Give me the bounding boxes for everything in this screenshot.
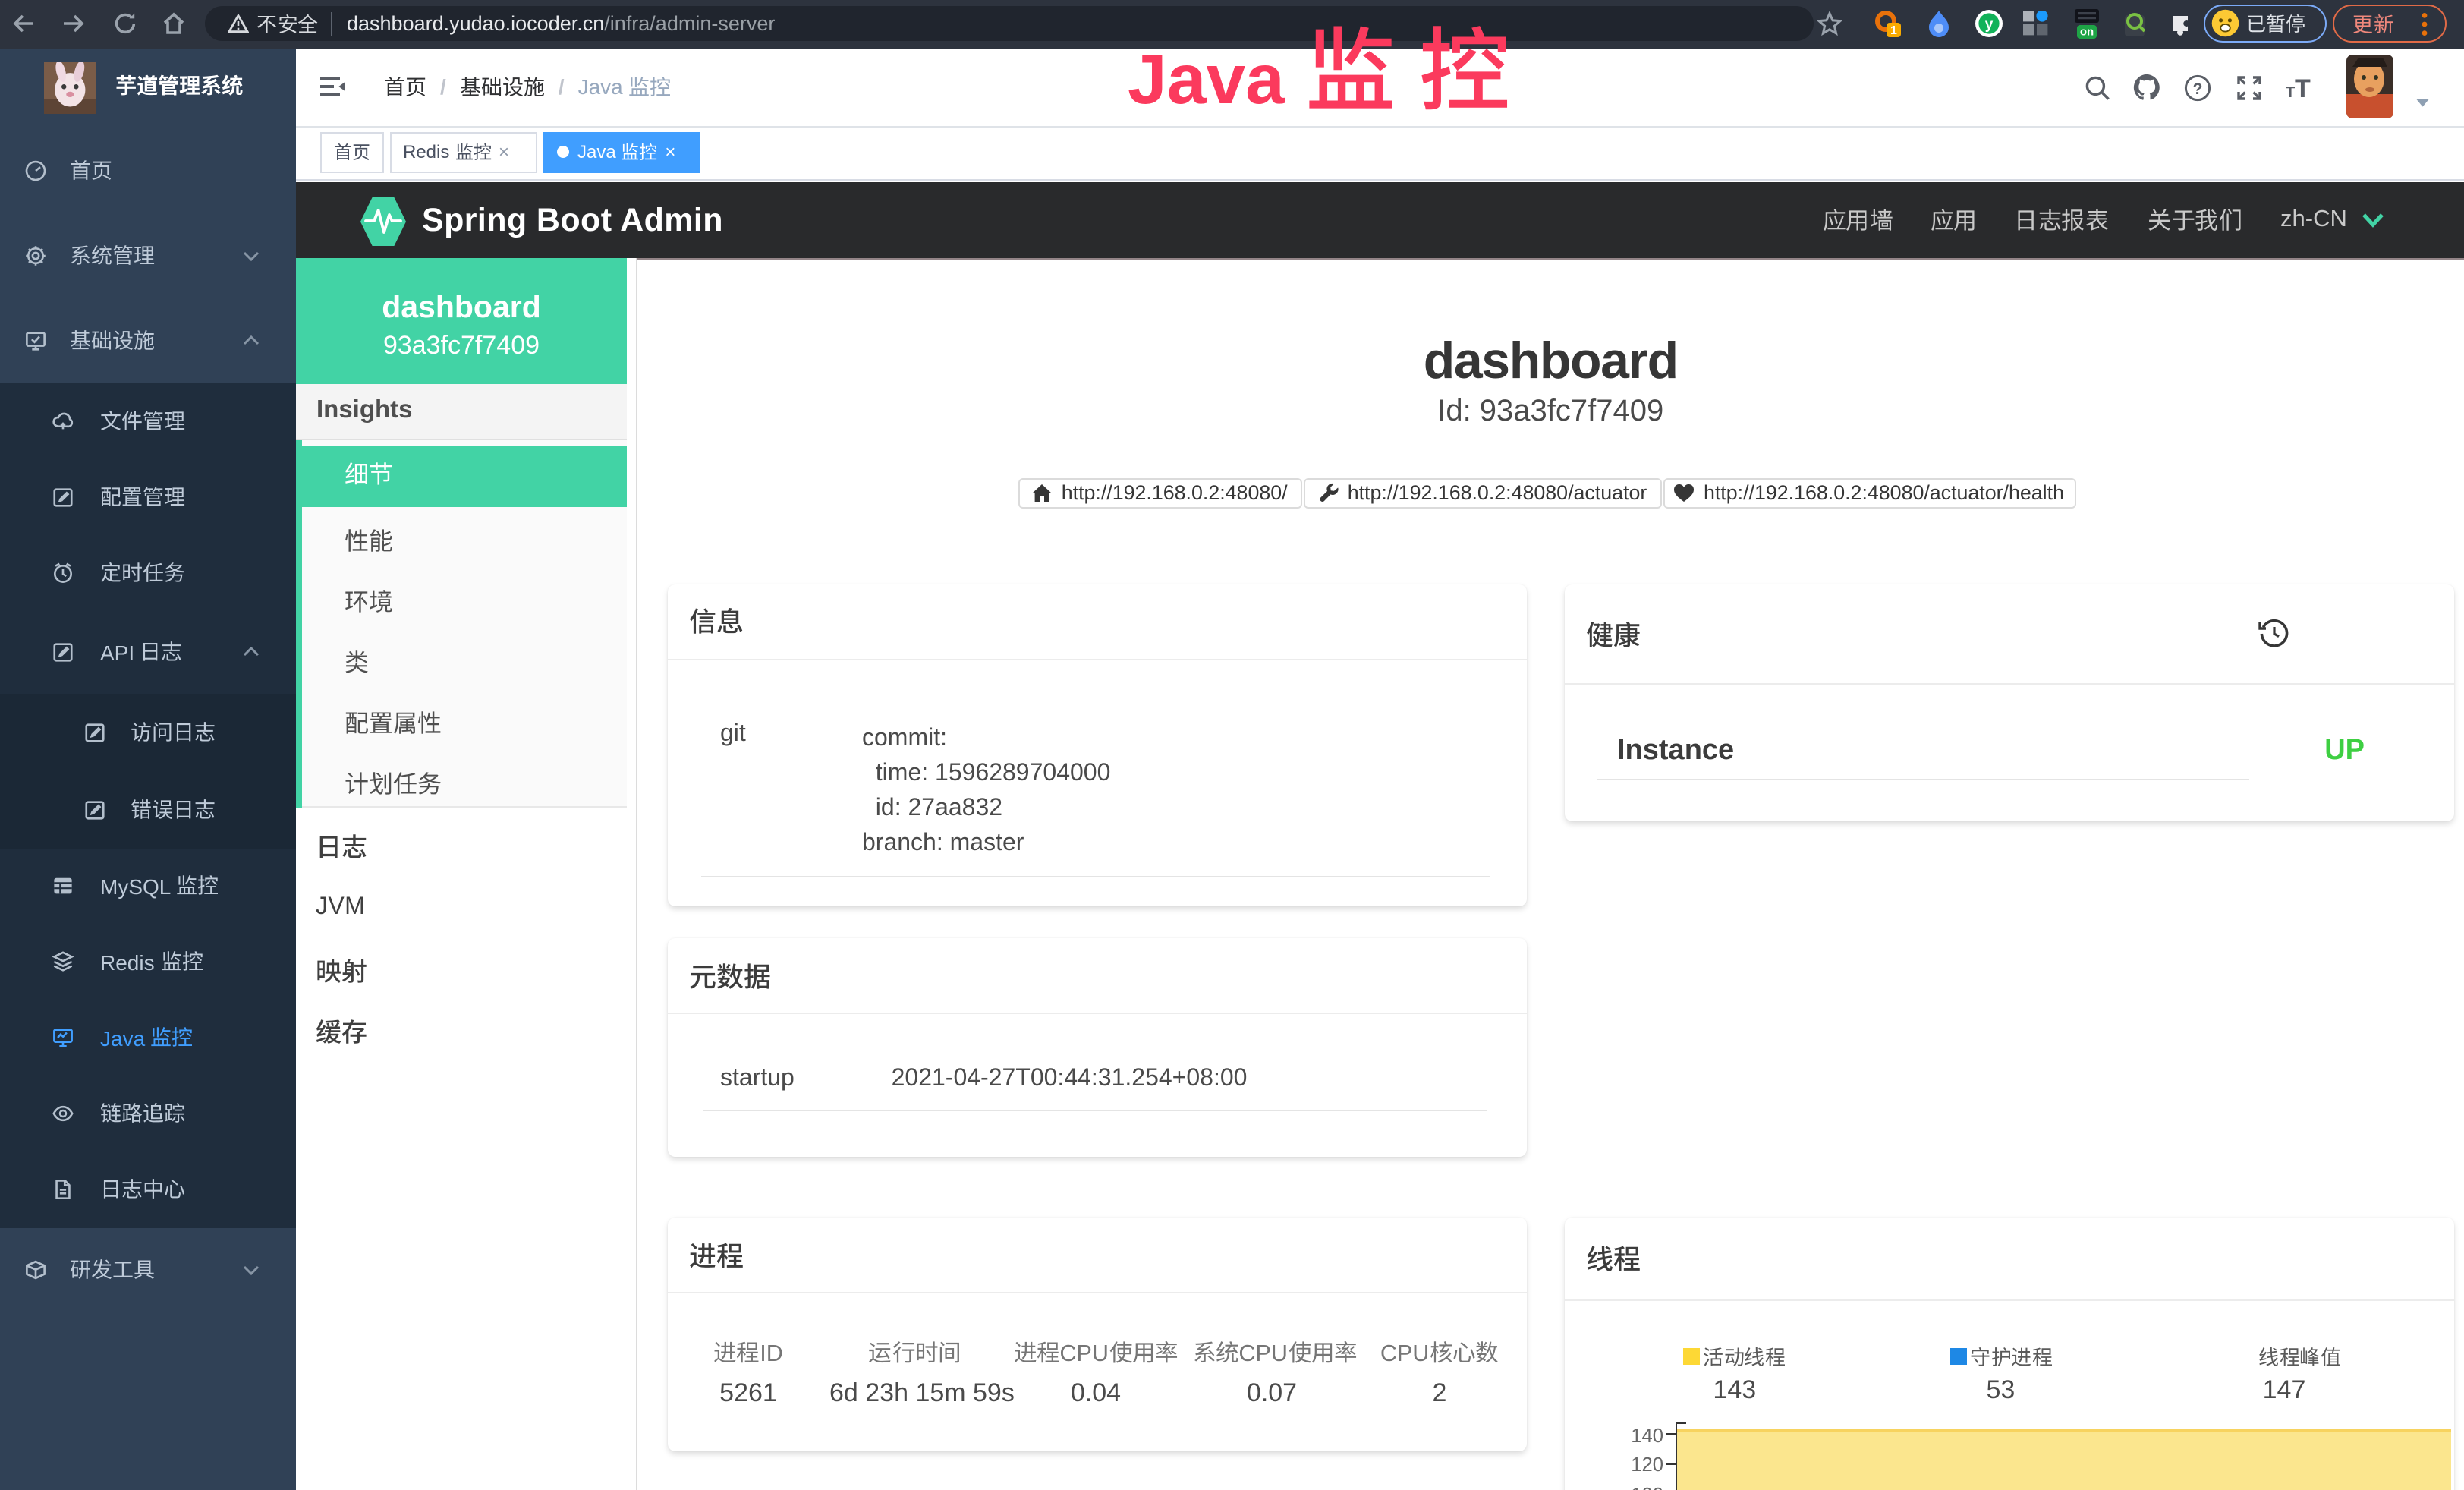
svg-text:y: y <box>1985 17 1994 33</box>
svg-text:T: T <box>2286 84 2295 101</box>
svg-text:?: ? <box>2193 80 2203 98</box>
svg-text:T: T <box>2295 74 2311 102</box>
svg-text:on: on <box>2080 25 2094 38</box>
svg-text:1: 1 <box>1890 24 1897 37</box>
